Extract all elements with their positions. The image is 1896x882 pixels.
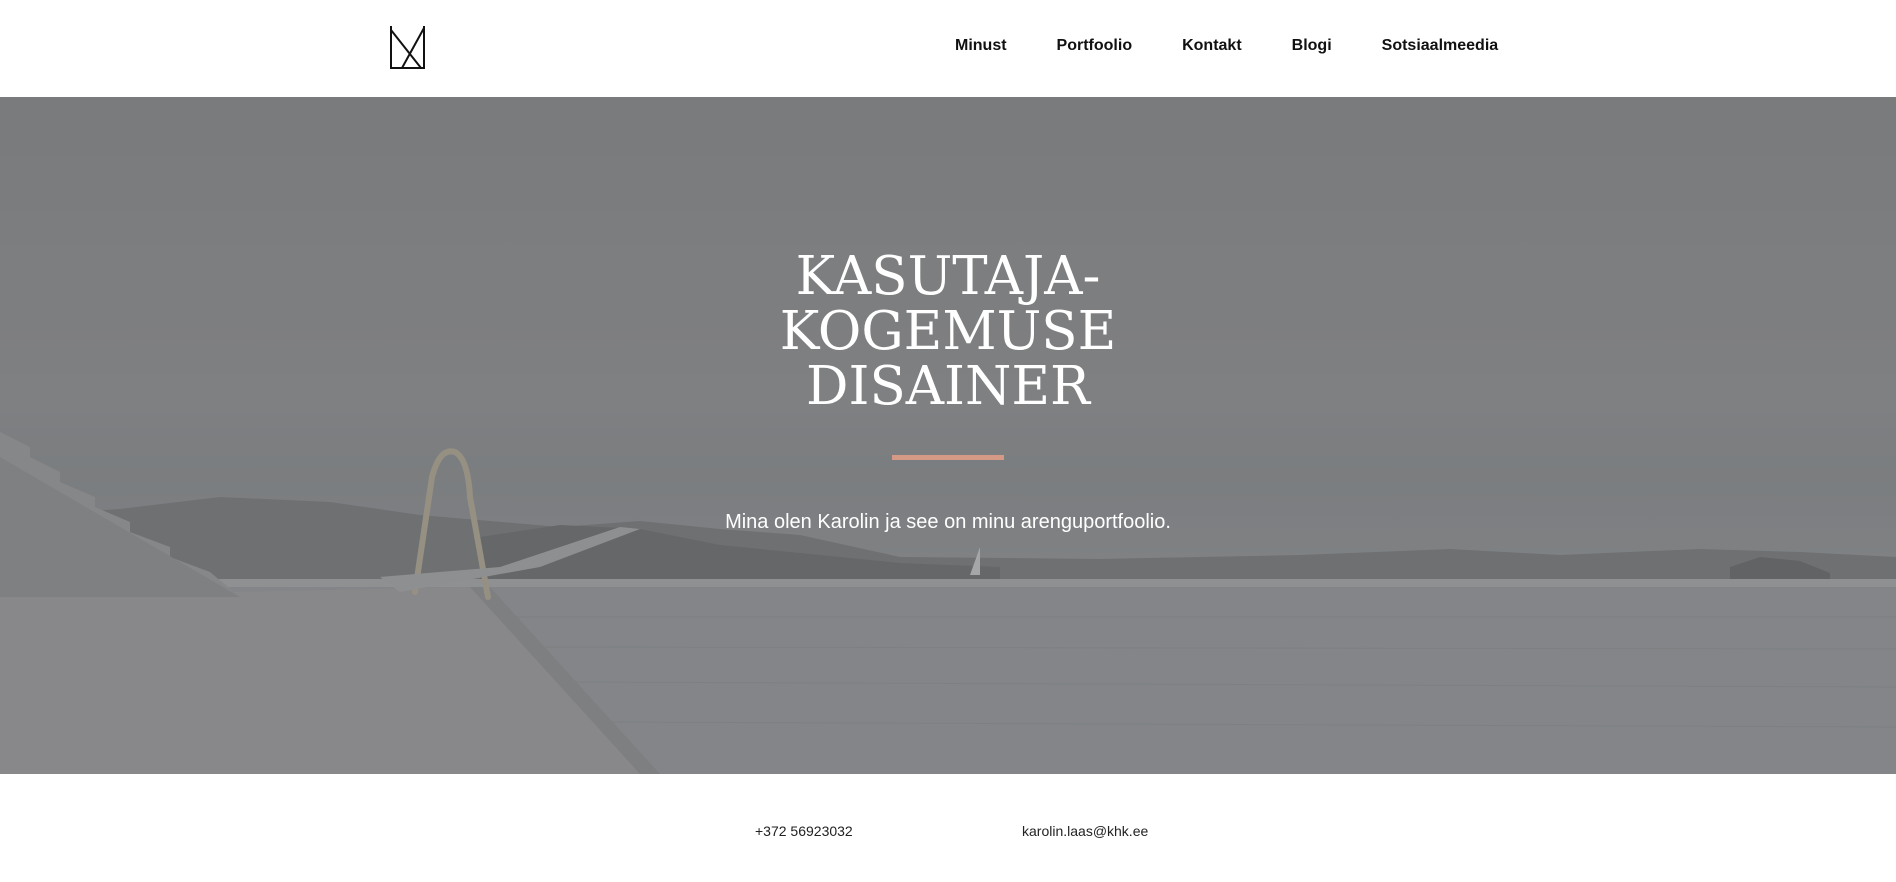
main-nav: Minust Portfoolio Kontakt Blogi Sotsiaal… [955,36,1498,56]
hero-title: KASUTAJA- KOGEMUSE DISAINER [718,249,1178,414]
nav-link-portfoolio[interactable]: Portfoolio [1057,36,1133,56]
hero-title-line-3: DISAINER [806,356,1090,417]
hero-divider [892,455,1004,460]
contact-footer: +372 56923032 karolin.laas@khk.ee [0,774,1896,882]
lxa-monogram-logo-icon [390,26,425,69]
nav-link-kontakt[interactable]: Kontakt [1182,36,1242,56]
phone-link[interactable]: +372 56923032 [755,823,853,839]
hero-title-line-1: KASUTAJA- [795,246,1101,307]
site-header: Minust Portfoolio Kontakt Blogi Sotsiaal… [0,0,1896,97]
nav-link-blogi[interactable]: Blogi [1292,36,1332,56]
hero-subtitle: Mina olen Karolin ja see on minu arengup… [725,511,1171,533]
hero-content: KASUTAJA- KOGEMUSE DISAINER Mina olen Ka… [0,249,1896,535]
logo[interactable] [388,24,428,72]
hero-section: KASUTAJA- KOGEMUSE DISAINER Mina olen Ka… [0,97,1896,774]
hero-title-line-2: KOGEMUSE [779,301,1117,362]
email-link[interactable]: karolin.laas@khk.ee [1022,823,1148,839]
nav-link-minust[interactable]: Minust [955,36,1007,56]
nav-link-sotsiaalmeedia[interactable]: Sotsiaalmeedia [1382,36,1499,56]
